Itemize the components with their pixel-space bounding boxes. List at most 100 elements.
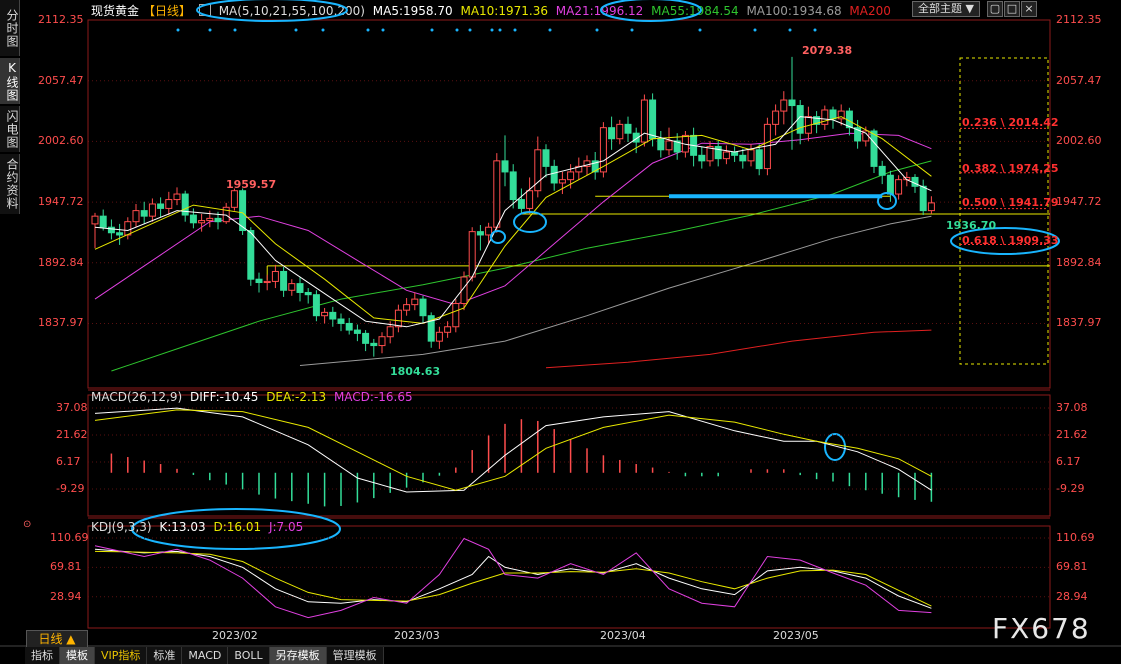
macd-tick-right: -9.29 <box>1056 482 1085 495</box>
candle-body <box>419 298 427 317</box>
candle-body <box>329 311 337 320</box>
candle-body <box>124 221 132 236</box>
candle-body <box>435 331 443 342</box>
candle-body <box>165 199 173 209</box>
bottom-tab[interactable]: MACD <box>182 647 229 664</box>
candle-body <box>755 149 763 170</box>
price-tick-right: 1837.97 <box>1056 316 1102 330</box>
signal-dot <box>176 28 180 32</box>
candle-body <box>452 303 460 328</box>
bottom-toolbar: 指标 模板 VIP指标 标准 MACD BOLL 另存模板 管理模板 <box>25 647 384 664</box>
kdj-tick-left: 110.69 <box>50 531 89 544</box>
ma100-line <box>299 215 932 366</box>
candle-body <box>739 154 747 162</box>
price-tick-left: 1892.84 <box>38 255 84 269</box>
kdj-tick-left: 28.94 <box>50 589 82 603</box>
circle-marker <box>600 0 702 22</box>
signal-dot <box>366 28 370 32</box>
candle-body <box>485 226 493 236</box>
signal-dot <box>813 28 817 32</box>
candle-body <box>403 304 411 311</box>
candle-body <box>132 210 140 223</box>
candle-body <box>886 174 894 195</box>
macd-tick-left: 21.62 <box>56 428 88 441</box>
candle-body <box>263 280 271 284</box>
candle-body <box>517 199 525 209</box>
macd-header: MACD(26,12,9) DIFF:-10.45 DEA:-2.13 MACD… <box>91 390 417 404</box>
bottom-tab[interactable]: BOLL <box>228 647 270 664</box>
candle-body <box>148 203 156 217</box>
fib-0618-label: 0.618 \ 1909.33 <box>962 234 1059 247</box>
candle-body <box>829 109 837 120</box>
candle-body <box>444 326 452 333</box>
candle-body <box>230 190 238 208</box>
candle-body <box>189 214 197 224</box>
panel-frame <box>87 394 1051 517</box>
bottom-tab[interactable]: 指标 <box>25 647 60 664</box>
signal-dot <box>321 28 325 32</box>
bottom-tab[interactable]: VIP指标 <box>95 647 148 664</box>
candle-body <box>206 217 214 222</box>
panel-frame <box>87 525 1051 629</box>
signal-dot <box>498 28 502 32</box>
bottom-tab[interactable]: 模板 <box>60 647 95 664</box>
macd-tick-right: 37.08 <box>1056 401 1088 414</box>
macd-tick-left: 37.08 <box>56 401 88 414</box>
candle-body <box>698 154 706 162</box>
candle-body <box>616 123 624 140</box>
signal-dot <box>698 28 702 32</box>
candle-body <box>345 322 353 331</box>
chart-canvas <box>0 0 1121 647</box>
price-tick-right: 2002.60 <box>1056 134 1102 148</box>
fibonacci-box <box>959 57 1049 365</box>
candlesticks <box>91 56 935 357</box>
low-price-label: 1804.63 <box>390 365 441 378</box>
high-price-label: 2079.38 <box>802 44 853 57</box>
price-tick-left: 2057.47 <box>38 73 84 87</box>
kdj-j-line <box>94 537 932 619</box>
signal-dot <box>490 28 494 32</box>
candle-body <box>157 203 165 209</box>
candle-body <box>394 309 402 328</box>
period-selector[interactable]: 日线 ▲ <box>26 630 88 648</box>
date-tick: 2023/05 <box>773 629 819 642</box>
fib-0236-label: 0.236 \ 2014.42 <box>962 116 1059 129</box>
date-tick: 2023/03 <box>394 629 440 642</box>
signal-dot <box>630 28 634 32</box>
ma200-line <box>545 329 932 369</box>
candle-body <box>567 171 575 181</box>
macd-diff-line <box>94 407 932 493</box>
macd-value: MACD:-16.65 <box>333 390 413 404</box>
kdj-k: K:13.03 <box>159 520 206 534</box>
price-tick-left: 2002.60 <box>38 134 84 148</box>
candle-body <box>640 99 648 143</box>
candle-body <box>927 202 935 212</box>
candle-body <box>895 179 903 195</box>
signal-dot <box>753 28 757 32</box>
kdj-settings-icon[interactable]: ⊙ <box>23 519 31 530</box>
signal-dot <box>455 28 459 32</box>
circle-marker <box>490 230 506 244</box>
candle-body <box>140 210 148 217</box>
bottom-tab[interactable]: 标准 <box>147 647 183 664</box>
candle-body <box>608 127 616 140</box>
signal-dot <box>788 28 792 32</box>
candle-body <box>99 215 107 228</box>
candle-body <box>747 149 755 162</box>
price-tick-right: 2057.47 <box>1056 73 1102 87</box>
candle-body <box>919 185 927 212</box>
price-tick-right: 1892.84 <box>1056 255 1102 269</box>
ma-line-ma200 <box>545 329 932 369</box>
bottom-tab[interactable]: 管理模板 <box>326 647 384 664</box>
candle-body <box>362 332 370 344</box>
circle-marker <box>513 211 547 233</box>
fib-0382-label: 0.382 \ 1974.25 <box>962 162 1059 175</box>
price-tick-left: 1947.72 <box>38 195 84 209</box>
price-tick-left: 2112.35 <box>38 13 84 26</box>
candle-body <box>526 190 534 209</box>
candle-body <box>550 165 558 184</box>
candle-body <box>321 311 329 317</box>
candle-body <box>501 160 509 173</box>
candle-body <box>493 160 501 228</box>
bottom-tab[interactable]: 另存模板 <box>269 647 327 664</box>
